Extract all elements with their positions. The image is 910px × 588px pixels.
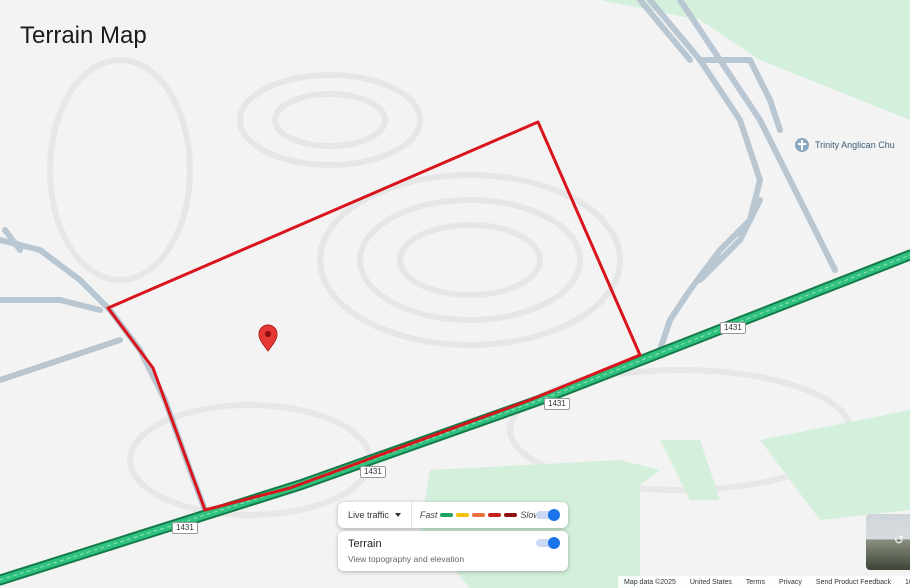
- traffic-panel: Live traffic Fast Slow: [338, 502, 568, 528]
- map-footer: Map data ©2025 United States Terms Priva…: [618, 576, 910, 588]
- live-traffic-dropdown[interactable]: Live traffic: [338, 502, 412, 528]
- legend-swatch-yellow: [456, 513, 470, 517]
- live-traffic-label: Live traffic: [348, 510, 389, 520]
- route-shield: 1431: [360, 466, 386, 478]
- rotate-arrow-icon: ↺: [894, 533, 905, 547]
- map-title: Terrain Map: [20, 22, 147, 49]
- scale-label[interactable]: 10: [905, 579, 910, 586]
- poi-label: Trinity Anglican Chu: [815, 140, 895, 150]
- toggle-knob: [548, 537, 560, 549]
- legend-swatch-green: [440, 513, 454, 517]
- terrain-panel: Terrain View topography and elevation: [338, 531, 568, 571]
- terrain-title: Terrain: [348, 538, 382, 550]
- terrain-description: View topography and elevation: [348, 554, 465, 564]
- terrain-map[interactable]: [0, 0, 910, 588]
- fast-label: Fast: [419, 510, 438, 520]
- region-link[interactable]: United States: [690, 579, 732, 586]
- terrain-toggle[interactable]: [536, 537, 560, 549]
- traffic-legend: Fast Slow: [412, 510, 540, 520]
- toggle-knob: [548, 509, 560, 521]
- church-icon: [795, 138, 809, 152]
- terms-link[interactable]: Terms: [746, 579, 765, 586]
- legend-swatch-darkred: [504, 513, 518, 517]
- feedback-link[interactable]: Send Product Feedback: [816, 579, 891, 586]
- legend-swatch-orange: [472, 513, 486, 517]
- traffic-toggle[interactable]: [536, 509, 560, 521]
- route-shield: 1431: [544, 398, 570, 410]
- chevron-down-icon: [394, 513, 401, 517]
- poi-church[interactable]: Trinity Anglican Chu: [795, 138, 895, 152]
- map-data-credit: Map data ©2025: [624, 578, 676, 586]
- legend-swatch-red: [488, 513, 502, 517]
- street-view-thumbnail[interactable]: ↺: [866, 514, 910, 570]
- route-shield: 1431: [720, 322, 746, 334]
- route-shield: 1431: [172, 522, 198, 534]
- privacy-link[interactable]: Privacy: [779, 579, 802, 586]
